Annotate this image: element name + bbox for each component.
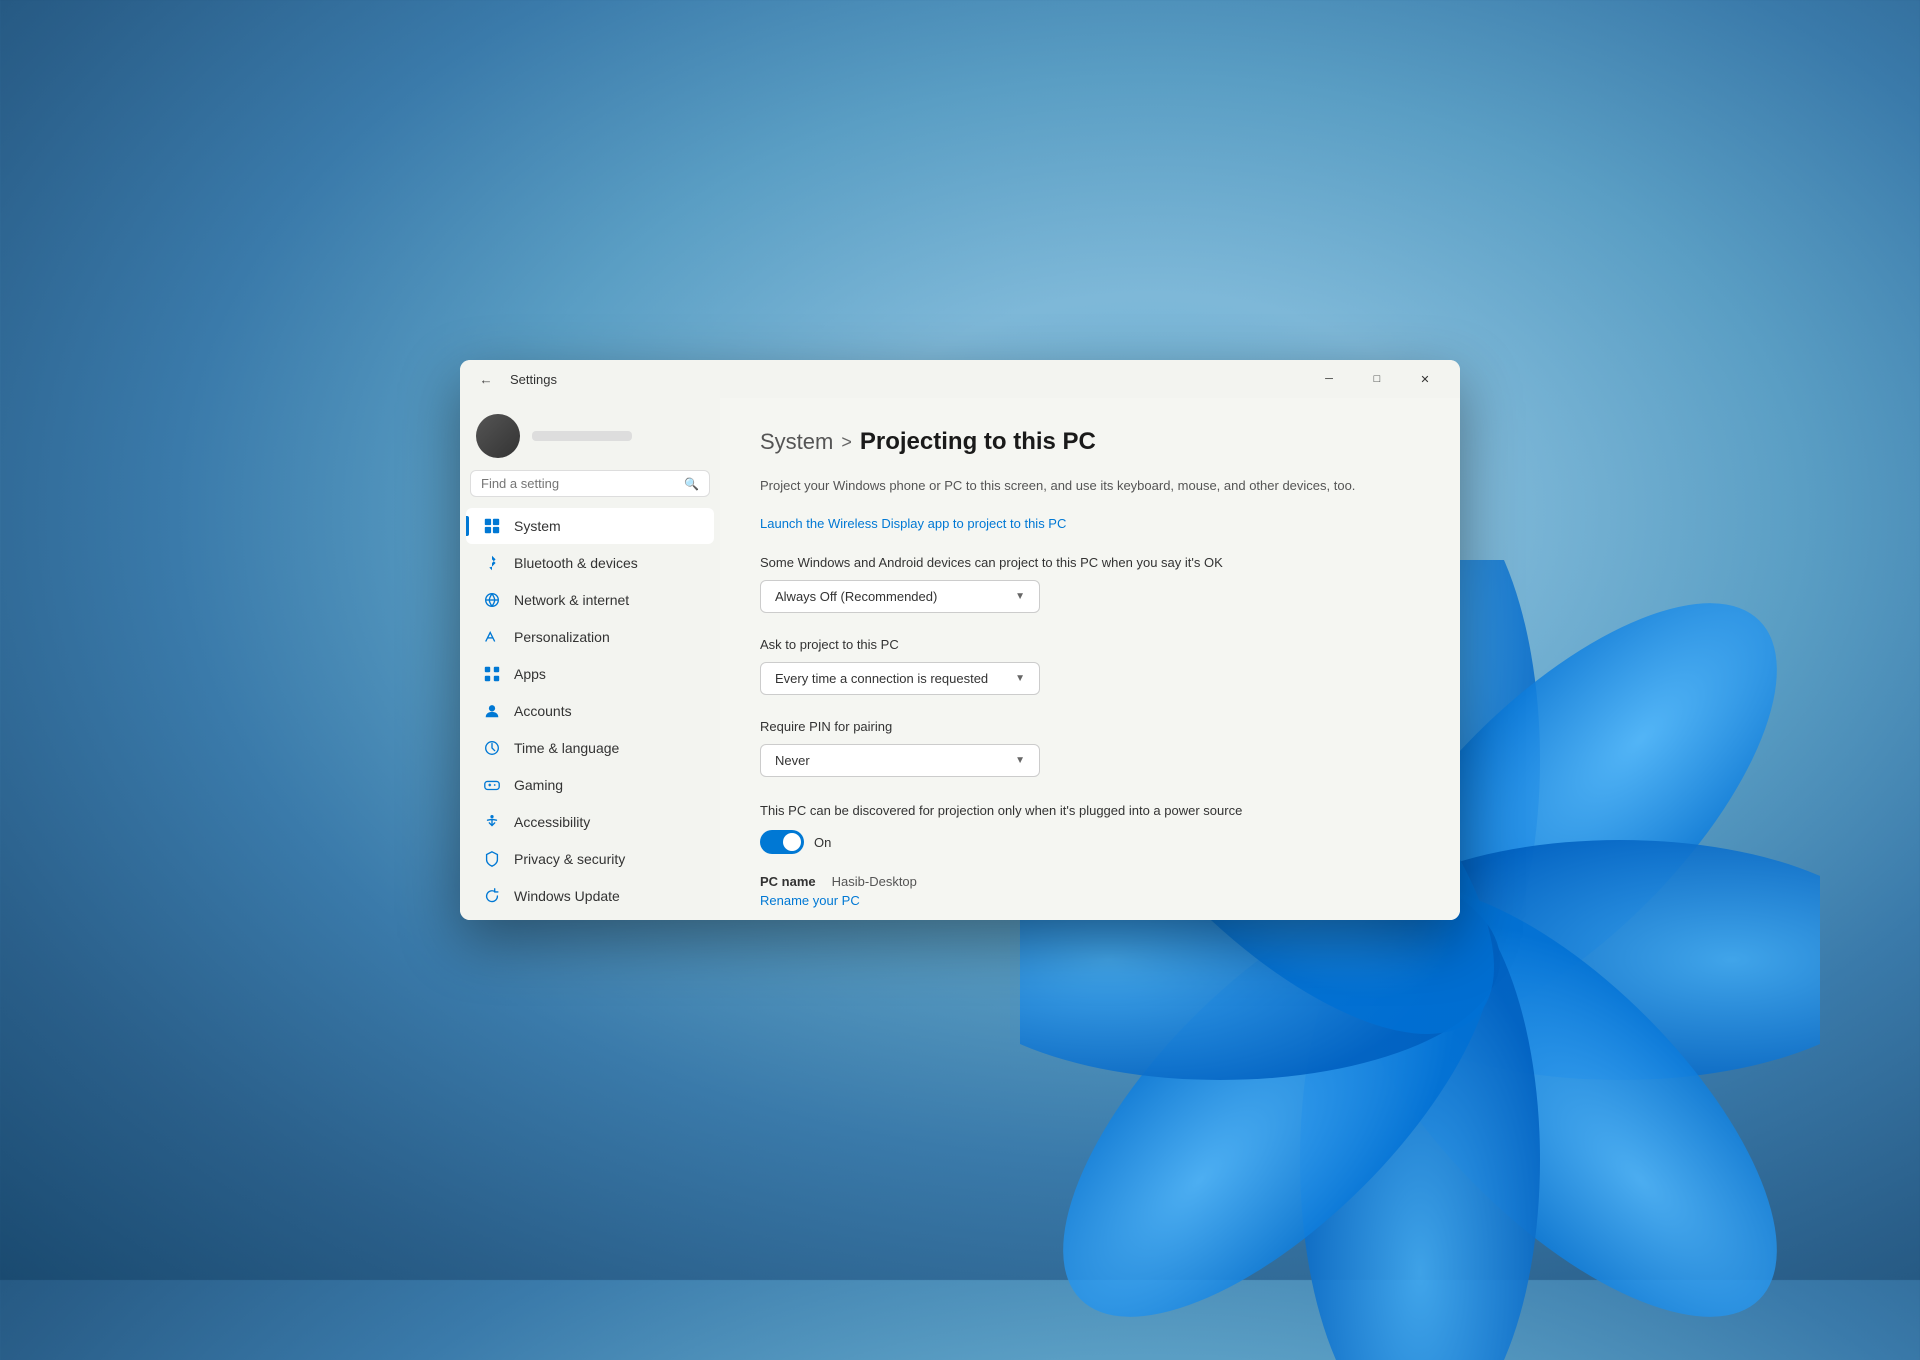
section3-dropdown-arrow: ▼ (1015, 755, 1025, 766)
sidebar-label-accounts: Accounts (514, 703, 572, 719)
sidebar-item-privacy[interactable]: Privacy & security (466, 841, 714, 877)
section1-dropdown-value: Always Off (Recommended) (775, 589, 937, 604)
sidebar-item-system[interactable]: System (466, 508, 714, 544)
network-icon (482, 590, 502, 610)
section1-label: Some Windows and Android devices can pro… (760, 555, 1420, 570)
system-icon (482, 516, 502, 536)
apps-icon (482, 664, 502, 684)
search-icon: 🔍 (684, 477, 699, 491)
breadcrumb-current: Projecting to this PC (860, 428, 1096, 456)
personalization-icon (482, 627, 502, 647)
section4-label: This PC can be discovered for projection… (760, 801, 1360, 821)
close-button[interactable]: ✕ (1402, 363, 1448, 395)
sidebar-label-network: Network & internet (514, 592, 629, 608)
section-power-source: This PC can be discovered for projection… (760, 801, 1420, 855)
sidebar-item-personalization[interactable]: Personalization (466, 619, 714, 655)
back-button[interactable]: ← (472, 365, 500, 393)
window-title: Settings (510, 372, 557, 387)
sidebar-label-time: Time & language (514, 740, 619, 756)
sidebar: 🔍 System (460, 398, 720, 920)
update-icon (482, 886, 502, 906)
search-input[interactable] (481, 476, 678, 491)
sidebar-nav: System Bluetooth & devices (460, 507, 720, 915)
section1-dropdown[interactable]: Always Off (Recommended) ▼ (760, 580, 1040, 613)
user-profile[interactable] (460, 398, 720, 470)
gaming-icon (482, 775, 502, 795)
sidebar-item-gaming[interactable]: Gaming (466, 767, 714, 803)
privacy-icon (482, 849, 502, 869)
section3-dropdown-value: Never (775, 753, 810, 768)
section3-dropdown[interactable]: Never ▼ (760, 744, 1040, 777)
sidebar-item-update[interactable]: Windows Update (466, 878, 714, 914)
user-name (532, 431, 632, 441)
accessibility-icon (482, 812, 502, 832)
section-require-pin: Require PIN for pairing Never ▼ (760, 719, 1420, 777)
section2-label: Ask to project to this PC (760, 637, 1420, 652)
rename-link[interactable]: Rename your PC (760, 893, 1420, 908)
maximize-button[interactable]: □ (1354, 363, 1400, 395)
time-icon (482, 738, 502, 758)
sidebar-item-time[interactable]: Time & language (466, 730, 714, 766)
bluetooth-icon (482, 553, 502, 573)
sidebar-label-bluetooth: Bluetooth & devices (514, 555, 638, 571)
sidebar-label-gaming: Gaming (514, 777, 563, 793)
sidebar-label-apps: Apps (514, 666, 546, 682)
sidebar-item-apps[interactable]: Apps (466, 656, 714, 692)
sidebar-item-accounts[interactable]: Accounts (466, 693, 714, 729)
breadcrumb-system[interactable]: System (760, 429, 833, 455)
accounts-icon (482, 701, 502, 721)
sidebar-label-privacy: Privacy & security (514, 851, 625, 867)
main-layout: 🔍 System (460, 398, 1460, 920)
launch-link[interactable]: Launch the Wireless Display app to proje… (760, 516, 1420, 531)
avatar-image (476, 414, 520, 458)
section2-dropdown[interactable]: Every time a connection is requested ▼ (760, 662, 1040, 695)
settings-window: ← Settings ─ □ ✕ 🔍 (460, 360, 1460, 920)
section3-label: Require PIN for pairing (760, 719, 1420, 734)
pc-name-row: PC name Hasib-Desktop (760, 874, 1420, 889)
breadcrumb: System > Projecting to this PC (760, 428, 1420, 456)
section-ask-project: Ask to project to this PC Every time a c… (760, 637, 1420, 695)
page-description: Project your Windows phone or PC to this… (760, 476, 1360, 496)
sidebar-label-personalization: Personalization (514, 629, 610, 645)
search-box[interactable]: 🔍 (470, 470, 710, 497)
sidebar-item-network[interactable]: Network & internet (466, 582, 714, 618)
sidebar-label-accessibility: Accessibility (514, 814, 590, 830)
title-bar-left: ← Settings (472, 365, 557, 393)
pc-name-section: PC name Hasib-Desktop Rename your PC (760, 874, 1420, 908)
pc-name-key: PC name (760, 874, 816, 889)
toggle-on-label: On (814, 835, 831, 850)
window-controls: ─ □ ✕ (1306, 363, 1448, 395)
sidebar-item-accessibility[interactable]: Accessibility (466, 804, 714, 840)
minimize-button[interactable]: ─ (1306, 363, 1352, 395)
section2-dropdown-value: Every time a connection is requested (775, 671, 988, 686)
pc-name-value: Hasib-Desktop (832, 874, 917, 889)
toggle-row: On (760, 830, 1420, 854)
avatar (476, 414, 520, 458)
toggle-thumb (783, 833, 801, 851)
title-bar: ← Settings ─ □ ✕ (460, 360, 1460, 398)
sidebar-label-update: Windows Update (514, 888, 620, 904)
sidebar-label-system: System (514, 518, 561, 534)
section2-dropdown-arrow: ▼ (1015, 673, 1025, 684)
content-area: System > Projecting to this PC Project y… (720, 398, 1460, 920)
breadcrumb-separator: > (841, 432, 852, 453)
sidebar-item-bluetooth[interactable]: Bluetooth & devices (466, 545, 714, 581)
section-device-projection: Some Windows and Android devices can pro… (760, 555, 1420, 613)
power-source-toggle[interactable] (760, 830, 804, 854)
section1-dropdown-arrow: ▼ (1015, 591, 1025, 602)
